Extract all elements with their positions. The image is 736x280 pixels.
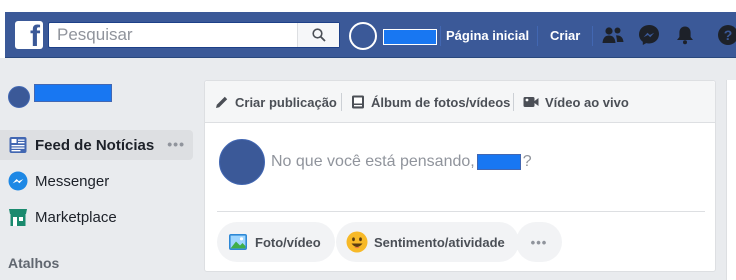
nav-divider xyxy=(537,26,538,46)
composer-avatar xyxy=(219,139,265,185)
logo-letter: f xyxy=(30,20,40,53)
sidebar-item-label: Marketplace xyxy=(35,208,117,226)
news-feed-icon xyxy=(8,135,28,155)
action-label: Foto/vídeo xyxy=(255,234,321,250)
search-icon xyxy=(311,28,326,42)
nav-divider xyxy=(440,26,441,46)
profile-avatar[interactable] xyxy=(349,22,377,50)
messenger-icon xyxy=(8,171,28,191)
composer-prompt[interactable]: No que você está pensando, ? xyxy=(271,153,532,171)
sidebar-item-label: Messenger xyxy=(35,172,110,190)
post-composer: Criar publicação Álbum de fotos/vídeos V… xyxy=(204,80,716,272)
photo-video-button[interactable]: Foto/vídeo xyxy=(217,222,335,262)
sidebar-item-messenger[interactable]: Messenger xyxy=(0,166,193,196)
right-column-edge xyxy=(726,80,736,280)
create-link[interactable]: Criar xyxy=(550,28,580,43)
album-icon xyxy=(351,95,365,109)
action-label: Sentimento/atividade xyxy=(374,234,505,250)
composer-divider xyxy=(217,211,705,212)
more-options-icon[interactable]: ••• xyxy=(167,136,185,152)
prompt-name-redacted xyxy=(476,154,521,170)
more-actions-button[interactable]: ••• xyxy=(516,222,562,262)
emoji-icon xyxy=(346,231,368,253)
search-box xyxy=(48,22,340,48)
more-icon: ••• xyxy=(530,234,548,250)
profile-name-redacted[interactable] xyxy=(383,29,437,45)
sidebar-item-marketplace[interactable]: Marketplace xyxy=(0,202,193,232)
blue-nav-bar: f Página inicial Criar ? xyxy=(5,12,736,58)
live-video-icon xyxy=(523,96,539,108)
prompt-suffix: ? xyxy=(522,153,532,170)
help-icon[interactable]: ? xyxy=(717,23,736,47)
photo-icon xyxy=(227,231,249,253)
tab-photo-video-album[interactable]: Álbum de fotos/vídeos xyxy=(351,93,510,111)
tab-label: Criar publicação xyxy=(235,94,337,110)
tab-divider xyxy=(341,93,342,111)
composer-tabs: Criar publicação Álbum de fotos/vídeos V… xyxy=(205,81,715,123)
marketplace-icon xyxy=(8,207,28,227)
pencil-icon xyxy=(215,95,229,109)
tab-label: Álbum de fotos/vídeos xyxy=(371,94,511,110)
tab-divider xyxy=(513,93,514,111)
sidebar-item-label: Feed de Notícias xyxy=(35,136,155,154)
top-header: f Página inicial Criar ? xyxy=(0,0,736,58)
home-link[interactable]: Página inicial xyxy=(446,28,529,43)
sidebar-avatar[interactable] xyxy=(8,86,30,108)
shortcuts-heading: Atalhos xyxy=(8,255,60,271)
messenger-icon[interactable] xyxy=(637,23,661,47)
friend-requests-icon[interactable] xyxy=(601,23,625,47)
tab-create-post[interactable]: Criar publicação xyxy=(215,93,337,111)
search-button[interactable] xyxy=(297,23,339,47)
sidebar-item-news-feed[interactable]: Feed de Notícias ••• xyxy=(0,130,193,160)
feeling-activity-button[interactable]: Sentimento/atividade xyxy=(336,222,519,262)
prompt-text: No que você está pensando, xyxy=(271,153,475,170)
tab-label: Vídeo ao vivo xyxy=(545,94,629,110)
tab-live-video[interactable]: Vídeo ao vivo xyxy=(523,93,629,111)
facebook-logo[interactable]: f xyxy=(15,20,43,53)
nav-divider xyxy=(592,26,593,46)
svg-text:?: ? xyxy=(724,27,733,43)
notifications-bell-icon[interactable] xyxy=(673,23,697,47)
sidebar-profile-name-redacted[interactable] xyxy=(34,84,112,102)
search-input[interactable] xyxy=(49,23,294,47)
